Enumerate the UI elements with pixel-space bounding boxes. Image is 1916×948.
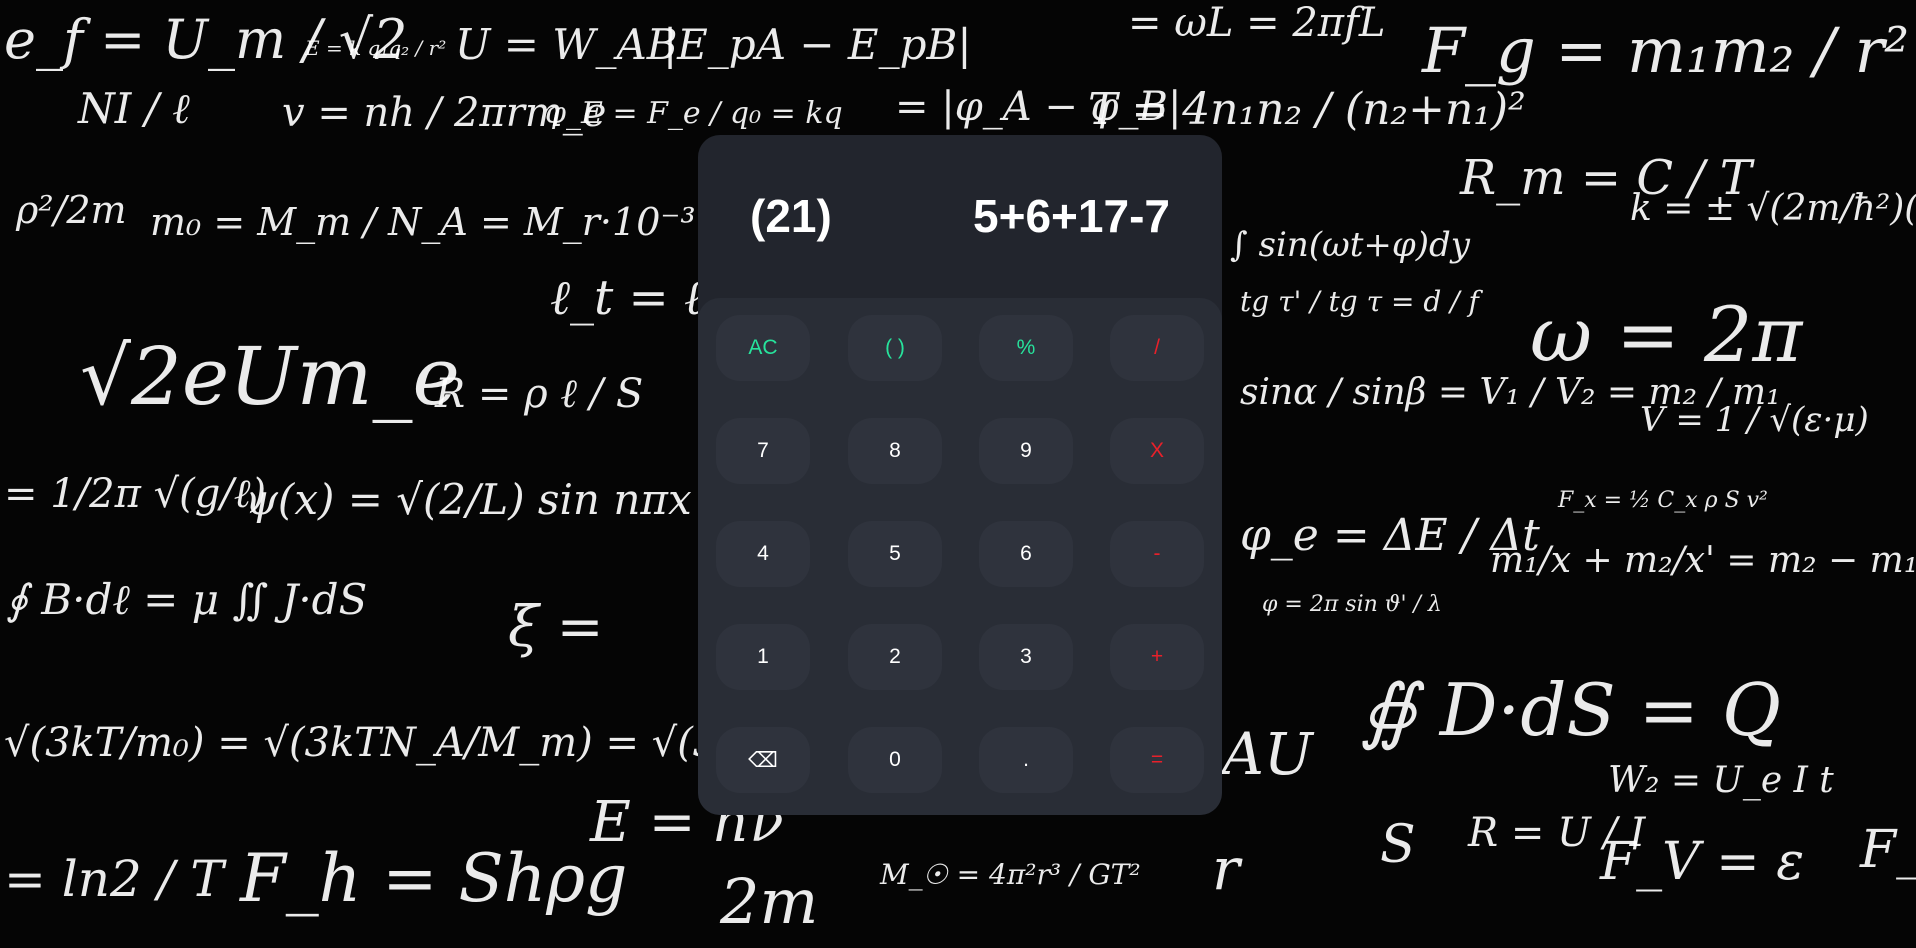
bg-formula: F_x = ½ C_x ρ S v²: [1558, 488, 1768, 513]
calculator: (21) 5+6+17-7 AC ( ) % / 7 8 9 X 4 5 6 -…: [698, 135, 1222, 815]
bg-formula: E = k q₁q₂ / r²: [305, 36, 447, 60]
bg-formula: T = 4n₁n₂ / (n₂+n₁)²: [1088, 84, 1526, 135]
digit-6-button[interactable]: 6: [979, 521, 1073, 587]
bg-formula: F_h = Shρg: [240, 840, 628, 917]
bg-formula: |E_pA − E_pB|: [663, 20, 972, 69]
bg-formula: m₁/x + m₂/x' = m₂ − m₁ / r: [1490, 540, 1916, 581]
bg-formula: F_g = m₁m₂ / r²: [1422, 14, 1910, 87]
digit-1-button[interactable]: 1: [716, 624, 810, 690]
backspace-button[interactable]: ⌫: [716, 727, 810, 793]
bg-formula: k = ± √(2m/ħ²)(E−V): [1630, 188, 1916, 229]
digit-5-button[interactable]: 5: [848, 521, 942, 587]
keypad: AC ( ) % / 7 8 9 X 4 5 6 - 1 2 3 + ⌫ 0 .…: [698, 298, 1222, 815]
bg-formula: W₂ = U_e I t: [1608, 760, 1834, 801]
digit-8-button[interactable]: 8: [848, 418, 942, 484]
minus-button[interactable]: -: [1110, 521, 1204, 587]
bg-formula: U = W_AB: [455, 20, 678, 69]
digit-3-button[interactable]: 3: [979, 624, 1073, 690]
multiply-button[interactable]: X: [1110, 418, 1204, 484]
bg-formula: V = 1 / √(ε·μ): [1640, 400, 1869, 440]
percent-button[interactable]: %: [979, 315, 1073, 381]
bg-formula: ∯ D·dS = Q: [1360, 668, 1781, 752]
digit-4-button[interactable]: 4: [716, 521, 810, 587]
bg-formula: √2eUm_e: [80, 330, 460, 423]
bg-formula: r: [1212, 835, 1240, 903]
bg-formula: ψ(x) = √(2/L) sin nπx / L: [245, 475, 761, 524]
divide-button[interactable]: /: [1110, 315, 1204, 381]
digit-2-button[interactable]: 2: [848, 624, 942, 690]
bg-formula: tg τ' / tg τ = d / f: [1240, 285, 1479, 318]
digit-7-button[interactable]: 7: [716, 418, 810, 484]
decimal-button[interactable]: .: [979, 727, 1073, 793]
digit-0-button[interactable]: 0: [848, 727, 942, 793]
bg-formula: ℓ_t = ℓ: [550, 270, 705, 326]
calculator-display: (21) 5+6+17-7: [698, 135, 1222, 295]
expression-display: 5+6+17-7: [973, 190, 1170, 242]
bg-formula: ∮ B·dℓ = μ ∬ J·dS: [6, 575, 368, 624]
bg-formula: ω = 2π: [1530, 290, 1803, 379]
result-preview: (21): [750, 190, 832, 242]
bg-formula: ξ =: [508, 595, 604, 660]
bg-formula: R = ρ ℓ / S: [435, 371, 644, 417]
bg-formula: 2m: [720, 865, 819, 938]
bg-formula: φ = 2π sin ϑ' / λ: [1262, 592, 1442, 617]
bg-formula: F_r: [1860, 820, 1916, 880]
plus-button[interactable]: +: [1110, 624, 1204, 690]
bg-formula: φ_E = F_e / q₀ = kq: [545, 96, 843, 131]
bg-formula: S: [1380, 815, 1416, 875]
bg-formula: ρ²/2m: [16, 188, 127, 232]
parentheses-button[interactable]: ( ): [848, 315, 942, 381]
bg-formula: M_☉ = 4π²r³ / GT²: [880, 858, 1141, 891]
bg-formula: F_V = ε: [1600, 832, 1805, 892]
equals-button[interactable]: =: [1110, 727, 1204, 793]
bg-formula: NI / ℓ: [78, 84, 190, 133]
bg-formula: AU: [1222, 720, 1313, 788]
backspace-icon: ⌫: [748, 748, 778, 772]
all-clear-button[interactable]: AC: [716, 315, 810, 381]
digit-9-button[interactable]: 9: [979, 418, 1073, 484]
bg-formula: = ωL = 2πfL: [1128, 0, 1386, 46]
bg-formula: = ln2 / T: [4, 850, 224, 908]
bg-formula: = 1/2π √(g/ℓ): [4, 471, 267, 517]
bg-formula: ∫ sin(ωt+φ)dy: [1230, 225, 1470, 265]
